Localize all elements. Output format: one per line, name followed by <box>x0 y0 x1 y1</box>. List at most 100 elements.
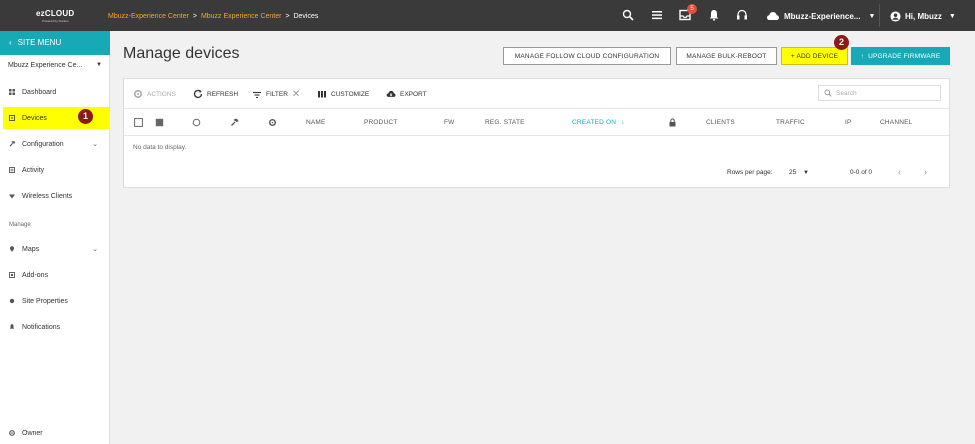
sidebar-item-label: Notifications <box>22 323 61 331</box>
devices-table-card: ACTIONS REFRESH FILTER ✕ CUSTOMIZE EXPOR… <box>123 78 950 188</box>
table-header: NAME PRODUCT FW REG. STATE CREATED ON ↓ … <box>124 110 949 136</box>
sidebar-item-owner[interactable]: Owner <box>0 422 110 444</box>
upgrade-firmware-label: UPGRADE FIRMWARE <box>868 52 941 60</box>
arrow-down-icon: ↓ <box>621 119 625 126</box>
column-header-fw[interactable]: FW <box>444 119 455 126</box>
manage-bulk-reboot-button[interactable]: MANAGE BULK-REBOOT <box>676 47 777 65</box>
list-icon[interactable] <box>650 8 664 22</box>
caret-down-icon: ▼ <box>868 12 876 20</box>
user-menu[interactable]: Hi, Mbuzz ▼ <box>890 11 956 22</box>
site-menu-header[interactable]: ‹ SITE MENU <box>0 31 110 55</box>
breadcrumb-org[interactable]: Mbuzz-Experience Center <box>108 13 189 20</box>
column-header-created-on[interactable]: CREATED ON ↓ <box>572 119 625 126</box>
column-header-traffic[interactable]: TRAFFIC <box>776 119 805 126</box>
upgrade-firmware-button[interactable]: ↑ UPGRADE FIRMWARE <box>851 47 950 65</box>
wifi-icon <box>9 194 15 199</box>
close-icon[interactable]: ✕ <box>292 89 300 100</box>
wrench-icon <box>9 141 15 147</box>
empty-table-message: No data to display. <box>133 144 187 151</box>
breadcrumb-separator: > <box>285 13 290 20</box>
site-name: Mbuzz Experience Ce... <box>8 62 83 69</box>
export-label: EXPORT <box>400 90 427 98</box>
logo-text: ezCLOUD <box>36 9 75 18</box>
gear-icon <box>133 89 143 99</box>
chevron-left-icon[interactable]: ‹ <box>898 167 901 177</box>
customize-button[interactable]: CUSTOMIZE <box>317 89 369 99</box>
sidebar-item-label: Add-ons <box>22 271 49 279</box>
sidebar-item-configuration[interactable]: Configuration ⌄ <box>0 133 110 155</box>
account-label: Mbuzz-Experience... <box>784 11 861 21</box>
column-header-product[interactable]: PRODUCT <box>364 119 398 126</box>
devices-icon <box>9 115 15 121</box>
account-switcher[interactable]: Mbuzz-Experience... ▼ <box>766 11 875 21</box>
refresh-icon <box>193 89 203 99</box>
search-input[interactable] <box>836 89 936 97</box>
search-icon[interactable] <box>621 8 635 22</box>
sidebar-item-devices[interactable]: Devices <box>3 107 110 129</box>
notification-count-badge: 5 <box>687 4 697 14</box>
page-title: Manage devices <box>123 45 240 62</box>
site-menu-title: SITE MENU <box>17 38 62 47</box>
wrench-icon <box>231 118 239 126</box>
chevron-left-icon: ‹ <box>9 38 12 47</box>
rows-per-page-value: 25 <box>789 169 797 176</box>
arrow-up-icon: ↑ <box>860 52 865 60</box>
column-header-reg-state[interactable]: REG. STATE <box>485 119 525 126</box>
sidebar-item-dashboard[interactable]: Dashboard <box>0 81 110 103</box>
column-header-channel[interactable]: CHANNEL <box>880 119 912 126</box>
cloud-icon <box>767 12 779 20</box>
sidebar-item-maps[interactable]: Maps ⌄ <box>0 238 110 260</box>
manage-follow-cloud-configuration-button[interactable]: MANAGE FOLLOW CLOUD CONFIGURATION <box>503 47 671 65</box>
column-header-clients[interactable]: CLIENTS <box>706 119 735 126</box>
rows-per-page-label: Rows per page: <box>727 169 773 176</box>
top-divider <box>879 4 880 27</box>
search-box <box>818 85 941 101</box>
pagination-range: 0-0 of 0 <box>850 169 873 176</box>
sidebar-item-wireless-clients[interactable]: Wireless Clients <box>0 185 110 207</box>
bell-icon <box>9 324 15 329</box>
gear-icon <box>269 119 276 126</box>
breadcrumb-site[interactable]: Mbuzz Experience Center <box>201 13 282 20</box>
sidebar-item-label: Activity <box>22 166 45 174</box>
breadcrumb-separator: > <box>192 13 197 20</box>
sidebar-item-label: Dashboard <box>22 88 57 96</box>
rows-per-page-select[interactable]: 25 ▼ <box>789 169 809 176</box>
add-device-button[interactable]: + ADD DEVICE <box>781 47 848 65</box>
headset-icon[interactable] <box>735 8 749 22</box>
sidebar-item-notifications[interactable]: Notifications <box>0 316 110 338</box>
export-button[interactable]: EXPORT <box>386 89 427 99</box>
gear-icon <box>9 430 15 436</box>
lock-icon <box>669 118 676 127</box>
search-icon <box>824 89 832 97</box>
sidebar-item-site-properties[interactable]: Site Properties <box>0 290 110 312</box>
manage-section-label: Manage <box>9 222 31 228</box>
user-greeting: Hi, Mbuzz <box>905 12 942 21</box>
filter-button[interactable]: FILTER ✕ <box>252 89 300 100</box>
chevron-right-icon[interactable]: › <box>924 167 927 177</box>
bell-icon[interactable] <box>707 8 721 22</box>
chevron-down-icon: ⌄ <box>92 141 98 148</box>
caret-down-icon: ▼ <box>96 62 102 68</box>
column-header-ip[interactable]: IP <box>845 119 852 126</box>
caret-down-icon: ▼ <box>948 13 956 20</box>
filter-icon <box>253 91 261 98</box>
filter-label: FILTER <box>266 91 288 98</box>
user-icon <box>890 11 901 22</box>
activity-icon <box>9 167 15 173</box>
sidebar-item-activity[interactable]: Activity <box>0 159 110 181</box>
dashboard-icon <box>9 89 15 95</box>
select-all-checkbox[interactable] <box>134 118 143 127</box>
addons-icon <box>9 272 15 278</box>
sidebar-item-add-ons[interactable]: Add-ons <box>0 264 110 286</box>
top-bar: ezCLOUD Powered by Ruckus Mbuzz-Experien… <box>0 0 975 31</box>
sidebar-item-label: Maps <box>22 245 40 253</box>
column-header-name[interactable]: NAME <box>306 119 326 126</box>
refresh-label: REFRESH <box>207 90 239 98</box>
created-on-label: CREATED ON <box>572 119 617 126</box>
site-selector[interactable]: Mbuzz Experience Ce... ▼ <box>8 62 102 69</box>
ezcloud-logo[interactable]: ezCLOUD Powered by Ruckus <box>36 5 76 25</box>
step-marker-1: 1 <box>78 109 93 124</box>
refresh-button[interactable]: REFRESH <box>193 89 238 99</box>
square-icon <box>155 118 164 127</box>
actions-button[interactable]: ACTIONS <box>133 89 176 99</box>
